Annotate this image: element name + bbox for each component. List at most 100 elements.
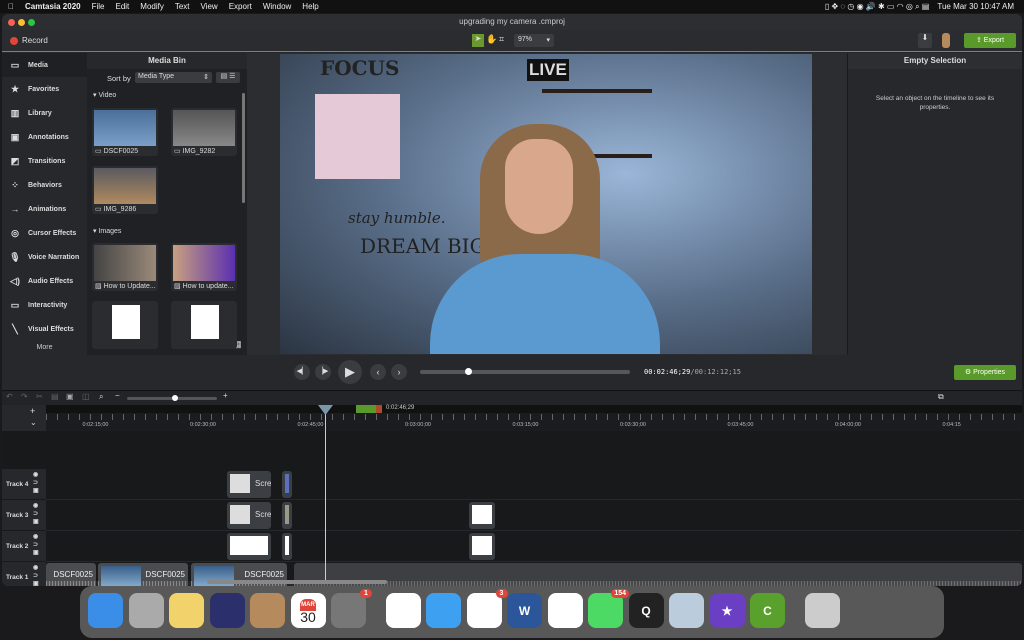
media-clip[interactable]: Scre xyxy=(227,502,271,529)
zoom-select[interactable]: 97% ▾ xyxy=(514,34,554,47)
media-clip[interactable] xyxy=(469,502,495,529)
media-thumbnail[interactable] xyxy=(171,301,237,349)
media-clip[interactable] xyxy=(282,471,292,498)
images-section[interactable]: ▾ Images xyxy=(93,227,121,235)
split-icon[interactable]: ◫ xyxy=(82,392,90,401)
dock-calendar[interactable]: MAR 30 xyxy=(290,593,326,628)
timeline-zoom-slider[interactable] xyxy=(127,395,217,401)
view-toggle[interactable]: ▤ ☰ xyxy=(216,72,240,83)
media-thumbnail[interactable]: ▭ DSCF0025 xyxy=(92,108,158,156)
media-thumbnail[interactable]: ▭ IMG_9282 xyxy=(171,108,237,156)
sidebar-item-behaviors[interactable]: ⁘ Behaviors xyxy=(2,173,87,197)
menu-text[interactable]: Text xyxy=(175,2,190,11)
zoom-button[interactable] xyxy=(28,19,35,26)
pan-tool-icon[interactable]: ✋ xyxy=(486,34,497,45)
sidebar-item-annotations[interactable]: ▣ Annotations xyxy=(2,125,87,149)
menu-edit[interactable]: Edit xyxy=(115,2,129,11)
add-track-button[interactable]: + xyxy=(30,406,35,416)
audio-video-clip[interactable] xyxy=(294,563,1022,586)
status-icons[interactable]: ▯ ✥ ◌ ◷ ◉ 🔊 ✱ ▭ ◠ ◎ ⌕ ▤ xyxy=(825,2,930,12)
clock[interactable]: Tue Mar 30 10:47 AM xyxy=(937,2,1014,11)
track-header[interactable]: Track 1 ◉ ⊃ ▣ xyxy=(2,562,46,586)
menu-modify[interactable]: Modify xyxy=(140,2,164,11)
sidebar-item-transitions[interactable]: ◩ Transitions xyxy=(2,149,87,173)
media-clip[interactable] xyxy=(282,533,292,560)
undo-icon[interactable]: ↶ xyxy=(6,392,13,401)
sidebar-item-interactivity[interactable]: ▭ Interactivity xyxy=(2,293,87,317)
scrubber-knob[interactable] xyxy=(465,368,473,375)
track-header[interactable]: Track 4 ◉ ⊃ ▣ xyxy=(2,469,46,499)
sidebar-item-library[interactable]: ▥ Library xyxy=(2,101,87,125)
step-back-button[interactable]: ◀▏ xyxy=(294,364,310,380)
playhead[interactable] xyxy=(318,405,333,581)
dock-siri[interactable] xyxy=(209,593,245,628)
dock-messages[interactable]: 154 xyxy=(588,589,629,628)
detach-icon[interactable]: ⧉ xyxy=(938,392,944,402)
menu-export[interactable]: Export xyxy=(229,2,252,11)
dock-finder[interactable] xyxy=(88,593,123,628)
track-header[interactable]: Track 3 ◉ ⊃ ▣ xyxy=(2,500,46,530)
copy-icon[interactable]: ▤ xyxy=(51,392,59,401)
dock-quicktime[interactable]: Q xyxy=(628,593,664,628)
track-header[interactable]: Track 2 ◉ ⊃ ▣ xyxy=(2,531,46,561)
dock-contacts[interactable] xyxy=(250,593,285,628)
media-clip[interactable] xyxy=(227,533,271,560)
dock-notes[interactable] xyxy=(169,593,204,628)
timeline-scrollbar[interactable] xyxy=(207,580,387,584)
media-clip[interactable]: Scre xyxy=(227,471,271,498)
dock-trash[interactable] xyxy=(804,593,840,628)
play-button[interactable]: ▶ xyxy=(338,360,362,384)
export-button[interactable]: ⇪ Export xyxy=(964,33,1016,48)
dock-system-preferences[interactable]: 1 xyxy=(331,589,372,628)
cut-icon[interactable]: ✂ xyxy=(36,392,43,401)
media-thumbnail[interactable]: ▨ How to Update... xyxy=(92,243,158,291)
sidebar-item-cursor-effects[interactable]: ◎ Cursor Effects xyxy=(2,221,87,245)
menu-window[interactable]: Window xyxy=(263,2,291,11)
menu-view[interactable]: View xyxy=(201,2,218,11)
collapse-tracks-button[interactable]: ⌄ xyxy=(30,418,37,427)
media-thumbnail[interactable]: ▨ How to update... xyxy=(171,243,237,291)
media-thumbnail[interactable] xyxy=(92,301,158,349)
avatar[interactable] xyxy=(942,33,950,48)
timeline-ruler[interactable]: 0:02:00;000:02:15;000:02:30;000:02:45;00… xyxy=(46,405,1022,431)
dock-launchpad[interactable] xyxy=(128,593,164,628)
dock-reminders[interactable]: 3 xyxy=(466,589,508,628)
track-visibility-lock-icons[interactable]: ◉ ⊃ ▣ xyxy=(33,502,39,526)
sidebar-item-media[interactable]: ▭ Media xyxy=(2,53,87,77)
minimize-button[interactable] xyxy=(18,19,25,26)
audio-video-clip[interactable]: DSCF0025 xyxy=(98,563,188,586)
redo-icon[interactable]: ↷ xyxy=(21,392,28,401)
apple-icon[interactable]:  xyxy=(8,2,14,11)
sidebar-item-animations[interactable]: → Animations xyxy=(2,197,87,221)
media-clip[interactable] xyxy=(282,502,292,529)
paste-icon[interactable]: ▣ xyxy=(66,392,74,401)
more-button[interactable]: More xyxy=(2,341,87,355)
close-button[interactable] xyxy=(8,19,15,26)
dock-camtasia[interactable]: C xyxy=(750,593,785,628)
dock-word[interactable]: W xyxy=(507,593,542,628)
next-button[interactable]: › xyxy=(391,364,407,380)
track-visibility-lock-icons[interactable]: ◉ ⊃ ▣ xyxy=(33,533,39,557)
zoom-in-button[interactable]: + xyxy=(223,391,228,400)
sort-select[interactable]: Media Type ⇕ xyxy=(135,72,212,83)
menu-help[interactable]: Help xyxy=(302,2,318,11)
step-forward-button[interactable]: ▕▶ xyxy=(315,364,331,380)
video-section[interactable]: ▾ Video xyxy=(93,91,116,99)
crop-tool-icon[interactable]: ⌗ xyxy=(499,34,504,45)
dock-slack[interactable] xyxy=(547,593,583,628)
menu-file[interactable]: File xyxy=(92,2,105,11)
properties-button[interactable]: ⚙ Properties xyxy=(954,365,1016,380)
media-clip[interactable] xyxy=(469,533,495,560)
sidebar-item-favorites[interactable]: ★ Favorites xyxy=(2,77,87,101)
audio-video-clip[interactable]: DSCF0025 xyxy=(46,563,96,586)
zoom-out-button[interactable]: − xyxy=(115,391,120,400)
bin-scrollbar[interactable] xyxy=(242,93,245,203)
menu-app[interactable]: Camtasia 2020 xyxy=(25,2,81,11)
sidebar-item-visual-effects[interactable]: ╲ Visual Effects xyxy=(2,317,87,341)
video-preview[interactable]: FOCUS stay humble. DREAM BIG LIVE xyxy=(280,54,812,354)
track-visibility-lock-icons[interactable]: ◉ ⊃ ▣ xyxy=(33,564,39,586)
selection-range[interactable] xyxy=(356,405,382,413)
track-visibility-lock-icons[interactable]: ◉ ⊃ ▣ xyxy=(33,471,39,495)
previous-button[interactable]: ‹ xyxy=(370,364,386,380)
record-button[interactable]: Record xyxy=(10,36,48,45)
